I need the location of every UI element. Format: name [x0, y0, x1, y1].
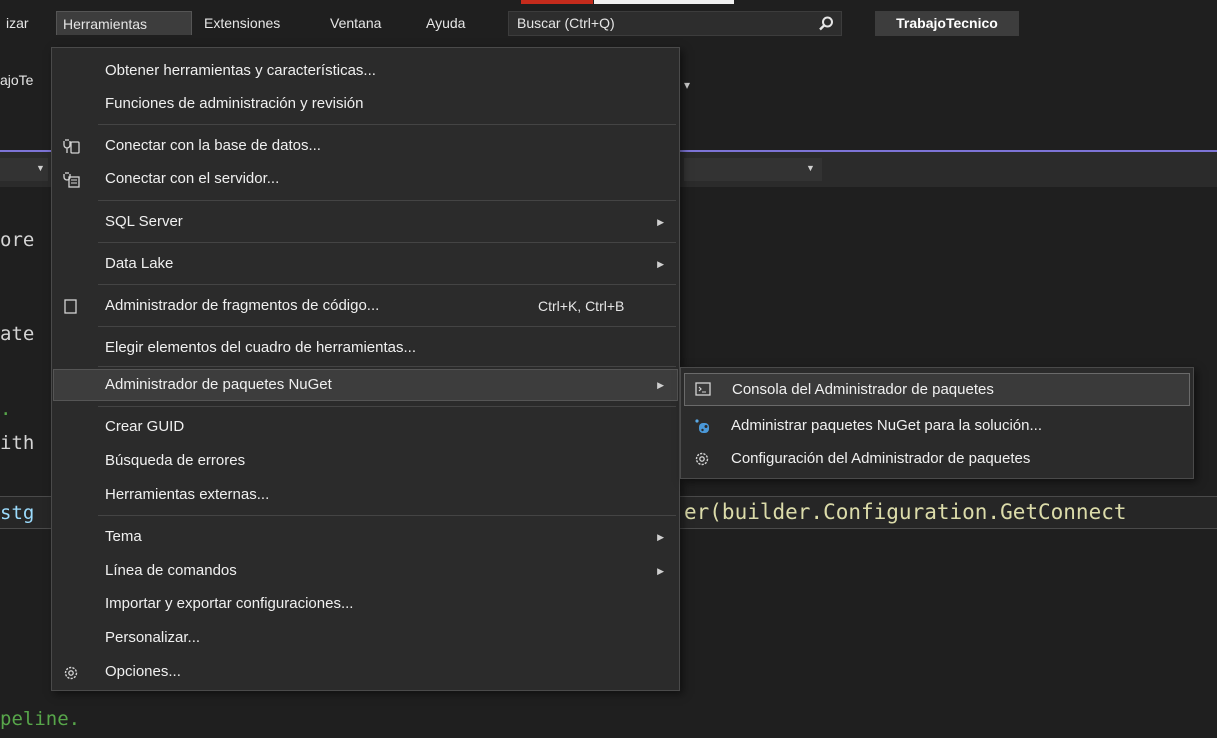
- menu-item-snippets-manager[interactable]: Administrador de fragmentos de código...…: [53, 291, 678, 321]
- code-line: ore: [0, 229, 35, 251]
- menu-item-connect-server[interactable]: Conectar con el servidor...: [53, 164, 678, 194]
- menu-separator: [98, 124, 676, 125]
- menu-separator: [98, 406, 676, 407]
- console-icon: [695, 382, 711, 396]
- menu-item-extensiones[interactable]: Extensiones: [198, 11, 286, 35]
- toolbar-overflow-icon[interactable]: ▾: [684, 78, 690, 92]
- menu-item-herramientas[interactable]: Herramientas: [56, 11, 192, 35]
- submenu-item-package-manager-settings[interactable]: Configuración del Administrador de paque…: [684, 444, 1190, 474]
- submenu-item-label: Consola del Administrador de paquetes: [732, 381, 994, 398]
- menu-item-label: Conectar con la base de datos...: [105, 137, 321, 154]
- search-box[interactable]: Buscar (Ctrl+Q): [508, 11, 842, 36]
- menu-item-label: Data Lake: [105, 255, 174, 272]
- search-icon[interactable]: [817, 15, 835, 33]
- code-line: stg: [0, 502, 35, 524]
- menu-item-label: Herramientas externas...: [105, 486, 270, 503]
- menu-item-theme[interactable]: Tema ▶: [53, 522, 678, 552]
- submenu-item-manage-nuget-packages[interactable]: Administrar paquetes NuGet para la soluc…: [684, 411, 1190, 441]
- tools-menu: Obtener herramientas y características..…: [51, 47, 680, 691]
- chevron-down-icon: ▼: [806, 163, 815, 173]
- menu-item-choose-toolbox-items[interactable]: Elegir elementos del cuadro de herramien…: [53, 333, 678, 363]
- submenu-item-package-manager-console[interactable]: Consola del Administrador de paquetes: [684, 373, 1190, 406]
- menu-item-import-export-settings[interactable]: Importar y exportar configuraciones...: [53, 589, 678, 619]
- snippet-icon: [64, 299, 77, 314]
- menu-separator: [98, 366, 676, 367]
- submenu-arrow-icon: ▶: [657, 259, 664, 269]
- menu-item-create-guid[interactable]: Crear GUID: [53, 412, 678, 442]
- solution-name-badge[interactable]: TrabajoTecnico: [875, 11, 1019, 36]
- submenu-item-label: Configuración del Administrador de paque…: [731, 450, 1031, 467]
- menu-item-ayuda[interactable]: Ayuda: [420, 11, 471, 35]
- submenu-item-label: Administrar paquetes NuGet para la soluc…: [731, 417, 1042, 434]
- menu-item-label: Opciones...: [105, 663, 181, 680]
- code-line-connection-string: er(builder.Configuration.GetConnect: [684, 500, 1127, 524]
- menu-item-label: Obtener herramientas y características..…: [105, 62, 376, 79]
- menu-item-label: Administrador de paquetes NuGet: [105, 376, 332, 393]
- menu-item-nuget-package-manager[interactable]: Administrador de paquetes NuGet ▶: [53, 369, 678, 401]
- server-connect-icon: [63, 172, 80, 188]
- menu-item-label: Funciones de administración y revisión: [105, 95, 364, 112]
- menu-item-ventana[interactable]: Ventana: [324, 11, 387, 35]
- nuget-icon: [695, 419, 709, 433]
- code-line: ith: [0, 432, 35, 454]
- toolbar-project-label[interactable]: ajoTe: [0, 72, 33, 88]
- menu-item-label: Administrador de fragmentos de código...: [105, 297, 380, 314]
- code-line: .: [0, 398, 12, 420]
- menu-separator: [98, 200, 676, 201]
- menu-item-external-tools[interactable]: Herramientas externas...: [53, 480, 678, 510]
- menu-separator: [98, 242, 676, 243]
- database-connect-icon: [63, 139, 80, 154]
- submenu-arrow-icon: ▶: [657, 217, 664, 227]
- menu-item-label: Personalizar...: [105, 629, 201, 646]
- menu-item-visualizar[interactable]: izar: [0, 11, 35, 35]
- menu-item-command-line[interactable]: Línea de comandos ▶: [53, 556, 678, 586]
- menu-item-error-lookup[interactable]: Búsqueda de errores: [53, 446, 678, 476]
- menu-item-customize[interactable]: Personalizar...: [53, 623, 678, 653]
- menu-item-admin-review[interactable]: Funciones de administración y revisión: [53, 89, 678, 119]
- menu-item-label: Búsqueda de errores: [105, 452, 246, 469]
- menu-separator: [98, 284, 676, 285]
- title-bar-accent-white: [594, 0, 734, 4]
- menu-item-label: Importar y exportar configuraciones...: [105, 595, 354, 612]
- menu-item-label: Tema: [105, 528, 142, 545]
- code-line: ate: [0, 323, 35, 345]
- code-line-comment: peline.: [0, 708, 81, 730]
- menu-item-label: Crear GUID: [105, 418, 185, 435]
- search-placeholder: Buscar (Ctrl+Q): [517, 15, 615, 31]
- title-bar-accent-red: [521, 0, 593, 4]
- gear-icon: [695, 452, 709, 466]
- menu-item-options[interactable]: Opciones...: [53, 657, 678, 687]
- submenu-arrow-icon: ▶: [657, 566, 664, 576]
- menu-item-label: Conectar con el servidor...: [105, 170, 280, 187]
- menu-item-sql-server[interactable]: SQL Server ▶: [53, 207, 678, 237]
- menu-item-label: Línea de comandos: [105, 562, 237, 579]
- navigation-dropdown-project[interactable]: ▼: [0, 158, 48, 181]
- menu-item-connect-database[interactable]: Conectar con la base de datos...: [53, 131, 678, 161]
- submenu-arrow-icon: ▶: [657, 380, 664, 390]
- menu-item-data-lake[interactable]: Data Lake ▶: [53, 249, 678, 279]
- nuget-submenu: Consola del Administrador de paquetes Ad…: [680, 367, 1194, 479]
- gear-icon: [64, 666, 78, 680]
- menu-separator: [98, 515, 676, 516]
- menu-item-shortcut: Ctrl+K, Ctrl+B: [538, 298, 625, 314]
- menu-bar: izar Herramientas Extensiones Ventana Ay…: [0, 0, 1217, 46]
- navigation-dropdown-member[interactable]: ▼: [684, 158, 822, 181]
- menu-item-label: SQL Server: [105, 213, 183, 230]
- menu-separator: [98, 326, 676, 327]
- chevron-down-icon: ▼: [36, 163, 45, 173]
- menu-item-label: Elegir elementos del cuadro de herramien…: [105, 339, 417, 356]
- submenu-arrow-icon: ▶: [657, 532, 664, 542]
- menu-item-get-tools[interactable]: Obtener herramientas y características..…: [53, 56, 678, 86]
